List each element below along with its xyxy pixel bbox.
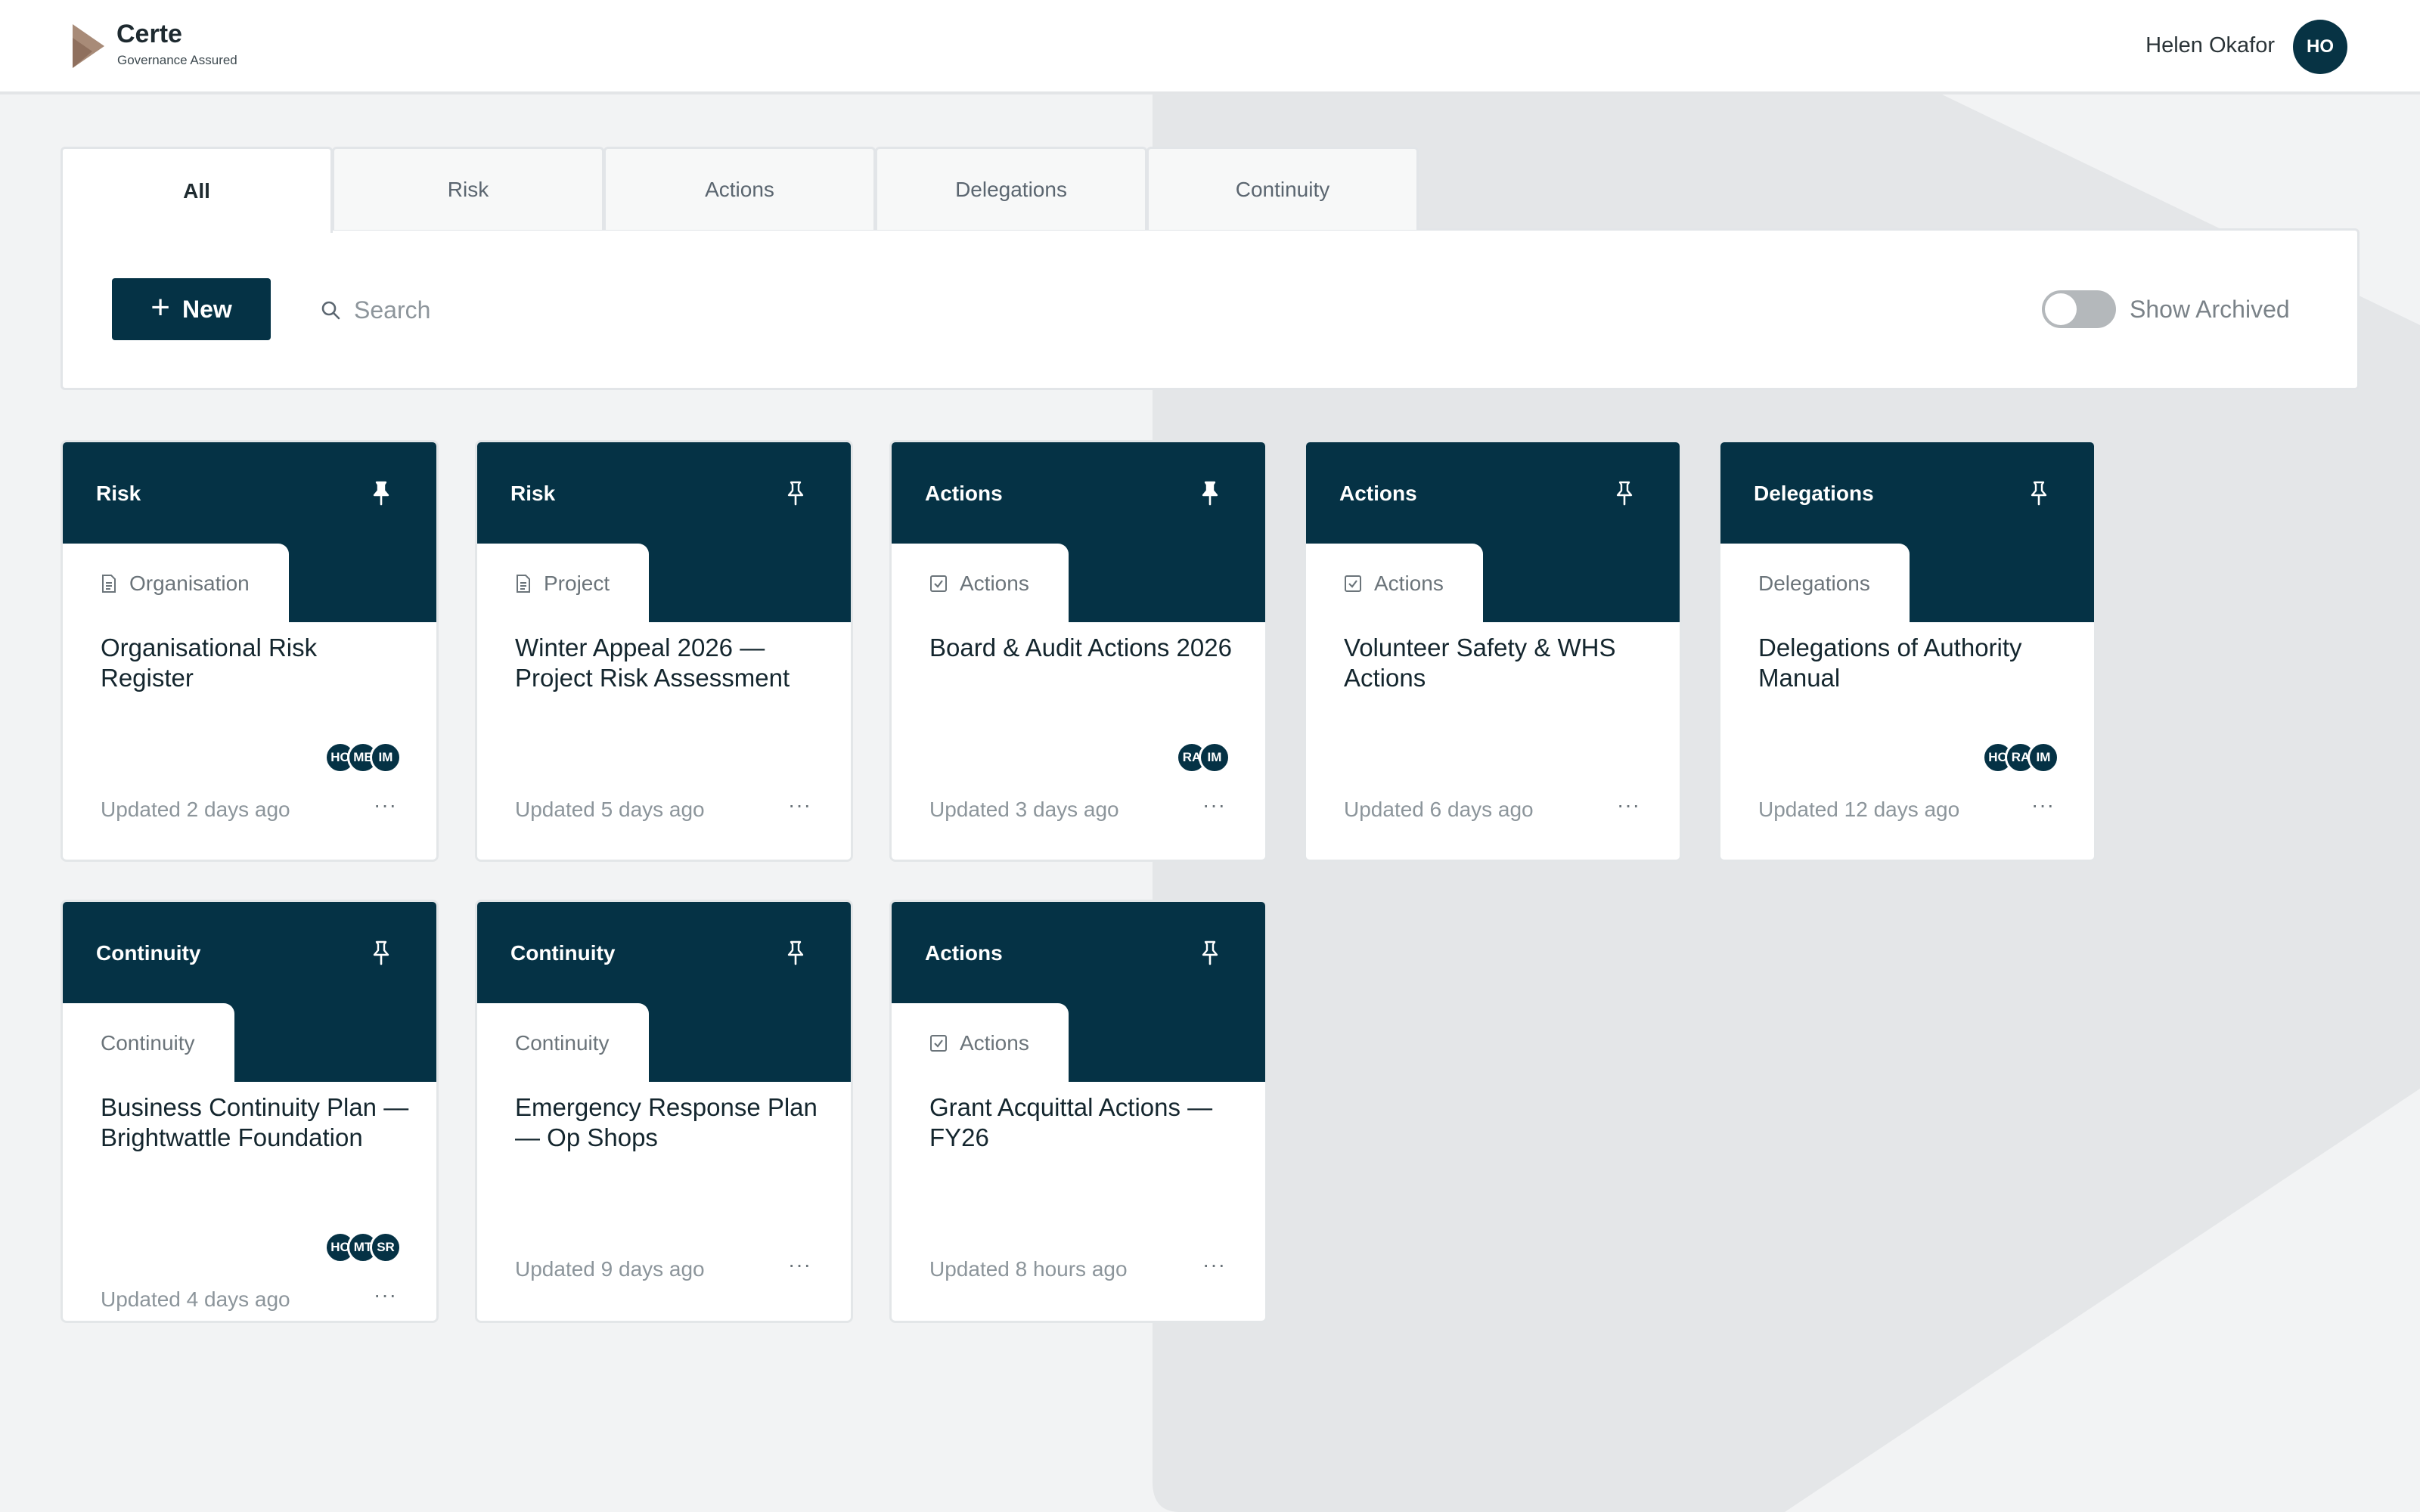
more-options-icon[interactable]: ··· [1202, 1253, 1226, 1277]
card-updated: Updated 9 days ago [515, 1257, 705, 1281]
more-options-icon[interactable]: ··· [374, 793, 397, 817]
card-category-label: Continuity [515, 1031, 610, 1055]
card-assignees: RA IM [1176, 742, 1230, 773]
pin-icon[interactable] [2028, 480, 2050, 506]
show-archived-control: Show Archived [2042, 290, 2290, 328]
document-icon [101, 574, 117, 593]
card-category-tag: Project [477, 544, 650, 624]
new-button-label: New [182, 295, 232, 323]
card-category-tag: Actions [892, 1003, 1069, 1083]
card-category-tag: Continuity [63, 1003, 234, 1083]
card-type-label: Delegations [1754, 482, 1874, 505]
card-category-label: Organisation [129, 572, 250, 595]
tab-delegations[interactable]: Delegations [875, 147, 1147, 230]
document-icon [515, 574, 532, 593]
card-category-tag: Continuity [477, 1003, 649, 1083]
filter-tabs: All Risk Actions Delegations Continuity [60, 147, 1419, 233]
app-header: Certe Governance Assured Helen Okafor HO [0, 0, 2420, 94]
card-updated: Updated 6 days ago [1344, 798, 1534, 821]
plus-icon: + [150, 289, 170, 326]
card-category-label: Actions [1374, 572, 1444, 595]
assignee-avatar[interactable]: IM [2028, 742, 2059, 773]
card-type-label: Risk [510, 482, 556, 505]
card-title[interactable]: Organisational Risk Register [101, 633, 411, 693]
card-updated: Updated 4 days ago [101, 1287, 290, 1311]
card-assignees: HO MT SR [324, 1232, 402, 1263]
card-updated: Updated 3 days ago [929, 798, 1119, 821]
pin-icon[interactable] [1199, 480, 1221, 506]
brand-tagline: Governance Assured [117, 53, 237, 67]
document-card[interactable]: Risk Project Winter Appeal 2026 — Project … [475, 440, 853, 862]
card-assignees: HO ME IM [324, 742, 402, 773]
card-assignees: HO RA IM [1982, 742, 2059, 773]
card-category-label: Actions [960, 572, 1029, 595]
card-title[interactable]: Emergency Response Plan — Op Shops [515, 1092, 825, 1153]
card-title[interactable]: Volunteer Safety & WHS Actions [1344, 633, 1654, 693]
card-updated: Updated 2 days ago [101, 798, 290, 821]
search-input[interactable] [354, 296, 808, 324]
document-card[interactable]: Risk Organisation Organisational Risk Regi… [60, 440, 439, 862]
search-icon [321, 301, 340, 320]
card-title[interactable]: Board & Audit Actions 2026 [929, 633, 1239, 663]
document-card[interactable]: Actions Actions Volunteer Safety & WHS Act… [1304, 440, 1682, 862]
more-options-icon[interactable]: ··· [374, 1283, 397, 1307]
card-title[interactable]: Winter Appeal 2026 — Project Risk Assess… [515, 633, 825, 693]
card-updated: Updated 12 days ago [1758, 798, 1960, 821]
card-type-label: Actions [925, 941, 1003, 965]
card-category-tag: Organisation [63, 544, 289, 624]
card-category-tag: Delegations [1720, 544, 1910, 624]
certe-logo [73, 24, 104, 68]
pin-icon[interactable] [370, 940, 392, 965]
document-card[interactable]: Continuity Continuity Emergency Response P… [475, 900, 853, 1323]
document-card[interactable]: Continuity Continuity Business Continuity … [60, 900, 439, 1323]
card-updated: Updated 8 hours ago [929, 1257, 1128, 1281]
toggle-knob [2045, 293, 2077, 325]
card-type-label: Continuity [96, 941, 201, 965]
card-type-label: Actions [1339, 482, 1417, 505]
more-options-icon[interactable]: ··· [788, 793, 811, 817]
tab-actions[interactable]: Actions [603, 147, 876, 230]
tab-continuity[interactable]: Continuity [1146, 147, 1419, 230]
document-card[interactable]: Actions Actions Grant Acquittal Actions — … [889, 900, 1267, 1323]
card-type-label: Actions [925, 482, 1003, 505]
tab-risk[interactable]: Risk [332, 147, 604, 230]
pin-icon[interactable] [1613, 480, 1636, 506]
card-title[interactable]: Business Continuity Plan — Brightwattle … [101, 1092, 411, 1153]
card-title[interactable]: Grant Acquittal Actions — FY26 [929, 1092, 1239, 1153]
card-category-label: Project [544, 572, 610, 595]
card-category-label: Continuity [101, 1031, 195, 1055]
card-category-tag: Actions [892, 544, 1069, 624]
card-type-label: Continuity [510, 941, 616, 965]
card-type-label: Risk [96, 482, 141, 505]
search-box [321, 287, 850, 333]
checkbox-icon [1344, 575, 1362, 593]
pin-icon[interactable] [1199, 940, 1221, 965]
card-category-label: Actions [960, 1031, 1029, 1055]
pin-icon[interactable] [784, 480, 807, 506]
user-avatar[interactable]: HO [2293, 20, 2347, 74]
card-updated: Updated 5 days ago [515, 798, 705, 821]
tab-all[interactable]: All [60, 147, 333, 233]
more-options-icon[interactable]: ··· [788, 1253, 811, 1277]
new-button[interactable]: + New [112, 278, 271, 340]
card-category-label: Delegations [1758, 572, 1870, 595]
checkbox-icon [929, 575, 948, 593]
more-options-icon[interactable]: ··· [1202, 793, 1226, 817]
pin-icon[interactable] [370, 480, 392, 506]
show-archived-label: Show Archived [2130, 295, 2290, 323]
more-options-icon[interactable]: ··· [1617, 793, 1640, 817]
brand-name: Certe [116, 20, 182, 48]
show-archived-toggle[interactable] [2042, 290, 2116, 328]
card-category-tag: Actions [1306, 544, 1483, 624]
pin-icon[interactable] [784, 940, 807, 965]
user-name: Helen Okafor [2145, 33, 2275, 57]
more-options-icon[interactable]: ··· [2031, 793, 2055, 817]
assignee-avatar[interactable]: IM [1199, 742, 1230, 773]
checkbox-icon [929, 1034, 948, 1052]
document-card[interactable]: Actions Actions Board & Audit Actions 2026… [889, 440, 1267, 862]
card-title[interactable]: Delegations of Authority Manual [1758, 633, 2068, 693]
assignee-avatar[interactable]: IM [370, 742, 402, 773]
document-card[interactable]: Delegations Delegations Delegations of Aut… [1718, 440, 2096, 862]
assignee-avatar[interactable]: SR [370, 1232, 402, 1263]
